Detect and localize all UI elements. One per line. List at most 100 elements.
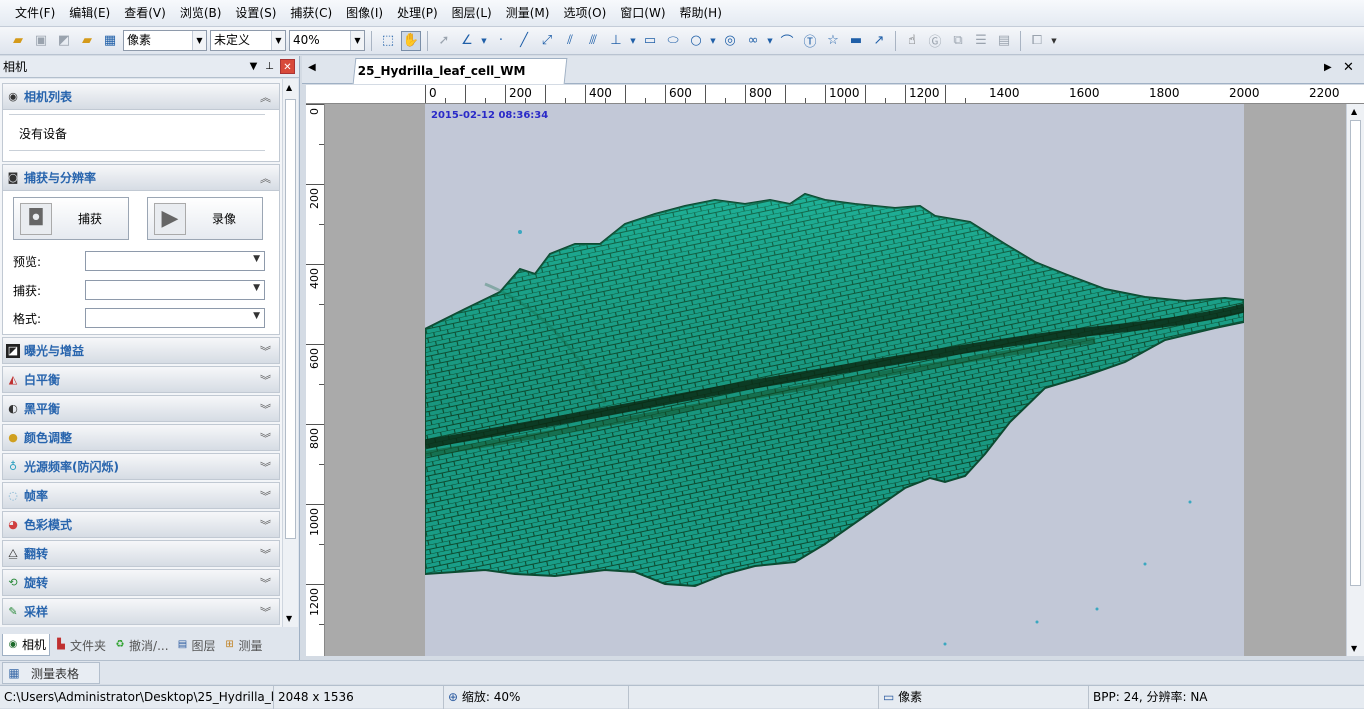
arc-icon[interactable]: ⌒: [777, 31, 797, 51]
collapse-icon[interactable]: ︽: [260, 89, 271, 105]
hand-count-icon[interactable]: ☝: [902, 31, 922, 51]
chevron-down-icon[interactable]: ▼: [766, 31, 774, 51]
expand-icon[interactable]: ︾: [260, 343, 271, 359]
concentric-circle-icon[interactable]: ◎: [720, 31, 740, 51]
tab-scroll-left-icon[interactable]: ◀: [308, 62, 316, 73]
rect-select-icon[interactable]: ⬚: [378, 31, 398, 51]
tab-scroll-right-icon[interactable]: ▶: [1324, 62, 1332, 73]
capture-select[interactable]: ▼: [85, 280, 265, 300]
document-tab[interactable]: 25_Hydrilla_leaf_cell_WM (1).jpg: [352, 58, 568, 102]
two-circles-icon[interactable]: ∞: [743, 31, 763, 51]
parallel-lines-icon[interactable]: ⫽: [560, 31, 580, 51]
menu-browse[interactable]: 浏览(B): [173, 0, 229, 27]
expand-icon[interactable]: ︾: [260, 401, 271, 417]
chevron-down-icon[interactable]: ▼: [629, 31, 637, 51]
expand-icon[interactable]: ︾: [260, 372, 271, 388]
format-select[interactable]: ▼: [85, 308, 265, 328]
capture-button[interactable]: ◘ 捕获: [13, 197, 129, 240]
chevron-down-icon[interactable]: ▼: [246, 59, 261, 74]
menu-layer[interactable]: 图层(L): [445, 0, 499, 27]
expand-icon[interactable]: ︾: [260, 430, 271, 446]
grid-icon[interactable]: ▦: [100, 31, 120, 51]
menu-process[interactable]: 处理(P): [390, 0, 445, 27]
menu-help[interactable]: 帮助(H): [673, 0, 729, 27]
star-icon[interactable]: ☆: [823, 31, 843, 51]
perpendicular-icon[interactable]: ⊥: [606, 31, 626, 51]
close-icon[interactable]: ✕: [1343, 60, 1354, 75]
delete-layer-icon[interactable]: ▤: [994, 31, 1014, 51]
preview-select[interactable]: ▼: [85, 251, 265, 271]
panel-scrollbar[interactable]: ▲ ▼: [282, 79, 298, 627]
light-frequency-header[interactable]: ♁ 光源频率(防闪烁) ︾: [2, 453, 280, 480]
layer-merge-icon[interactable]: ⧉: [948, 31, 968, 51]
menu-capture[interactable]: 捕获(C): [283, 0, 339, 27]
expand-icon[interactable]: ︾: [260, 488, 271, 504]
chevron-down-icon[interactable]: ▼: [480, 31, 488, 51]
scroll-up-icon[interactable]: ▲: [1351, 107, 1357, 116]
camera-list-header[interactable]: ◉ 相机列表 ︽: [2, 83, 280, 110]
measure-table-tab[interactable]: ▦ 测量表格: [2, 662, 100, 684]
tab-layer[interactable]: ▤ 图层: [173, 634, 219, 656]
calibration-select[interactable]: 未定义 ▼: [210, 30, 286, 51]
unit-select[interactable]: 像素 ▼: [123, 30, 207, 51]
align-icon[interactable]: ☰: [971, 31, 991, 51]
record-button[interactable]: ▶ 录像: [147, 197, 263, 240]
tab-folder[interactable]: ▙ 文件夹: [51, 634, 109, 656]
menu-measure[interactable]: 测量(M): [499, 0, 557, 27]
canvas-scrollbar[interactable]: ▲ ▼: [1346, 104, 1364, 656]
expand-icon[interactable]: ︾: [260, 546, 271, 562]
scale-bar-icon[interactable]: ▬: [846, 31, 866, 51]
scroll-thumb[interactable]: [1350, 120, 1361, 586]
tab-undo[interactable]: ♻ 撤消/...: [110, 634, 172, 656]
pin-icon[interactable]: ⊥: [262, 59, 277, 74]
menu-settings[interactable]: 设置(S): [228, 0, 283, 27]
text-icon[interactable]: Ⓣ: [800, 31, 820, 51]
save-icon[interactable]: ▣: [31, 31, 51, 51]
scroll-down-icon[interactable]: ▼: [286, 614, 292, 623]
color-mode-header[interactable]: ◕ 色彩模式 ︾: [2, 511, 280, 538]
circle-icon[interactable]: ○: [686, 31, 706, 51]
multi-parallel-icon[interactable]: ⫻: [583, 31, 603, 51]
open-folder-icon[interactable]: ▰: [8, 31, 28, 51]
scroll-down-icon[interactable]: ▼: [1351, 644, 1357, 653]
rectangle-icon[interactable]: ▭: [640, 31, 660, 51]
menu-image[interactable]: 图像(I): [339, 0, 390, 27]
menu-view[interactable]: 查看(V): [117, 0, 173, 27]
scroll-up-icon[interactable]: ▲: [286, 83, 292, 92]
tab-camera[interactable]: ◉ 相机: [2, 634, 51, 656]
menu-file[interactable]: 文件(F): [8, 0, 62, 27]
collapse-icon[interactable]: ︽: [260, 170, 271, 186]
expand-icon[interactable]: ︾: [260, 575, 271, 591]
tab-measure[interactable]: ⊞ 测量: [220, 634, 266, 656]
flip-header[interactable]: ⧋ 翻转 ︾: [2, 540, 280, 567]
arrow-line-icon[interactable]: ⤢: [537, 31, 557, 51]
sampling-header[interactable]: ✎ 采样 ︾: [2, 598, 280, 625]
chevron-down-icon[interactable]: ▼: [1050, 31, 1058, 51]
expand-icon[interactable]: ︾: [260, 604, 271, 620]
pointer-icon[interactable]: ➚: [434, 31, 454, 51]
close-icon[interactable]: ✕: [280, 59, 295, 74]
rotate-header[interactable]: ⟲ 旋转 ︾: [2, 569, 280, 596]
zoom-select[interactable]: 40% ▼: [289, 30, 365, 51]
expand-icon[interactable]: ︾: [260, 517, 271, 533]
point-icon[interactable]: ·: [491, 31, 511, 51]
chevron-down-icon[interactable]: ▼: [709, 31, 717, 51]
image-canvas[interactable]: 2015-02-12 08:36:34: [325, 104, 1346, 656]
exposure-gain-header[interactable]: ◪ 曝光与增益 ︾: [2, 337, 280, 364]
export-icon[interactable]: ⧠: [1027, 31, 1047, 51]
color-adjust-header[interactable]: ● 颜色调整 ︾: [2, 424, 280, 451]
capture-resolution-header[interactable]: ◙ 捕获与分辨率 ︽: [2, 164, 280, 191]
expand-icon[interactable]: ︾: [260, 459, 271, 475]
ellipse-icon[interactable]: ⬭: [663, 31, 683, 51]
frame-rate-header[interactable]: ◌ 帧率 ︾: [2, 482, 280, 509]
browse-folder-icon[interactable]: ▰: [77, 31, 97, 51]
g-icon[interactable]: Ⓖ: [925, 31, 945, 51]
menu-window[interactable]: 窗口(W): [613, 0, 672, 27]
menu-options[interactable]: 选项(O): [556, 0, 613, 27]
hand-pan-icon[interactable]: ✋: [401, 30, 421, 51]
scroll-thumb[interactable]: [285, 99, 296, 539]
white-balance-header[interactable]: ◭ 白平衡 ︾: [2, 366, 280, 393]
black-balance-header[interactable]: ◐ 黑平衡 ︾: [2, 395, 280, 422]
line-icon[interactable]: ╱: [514, 31, 534, 51]
menu-edit[interactable]: 编辑(E): [62, 0, 117, 27]
